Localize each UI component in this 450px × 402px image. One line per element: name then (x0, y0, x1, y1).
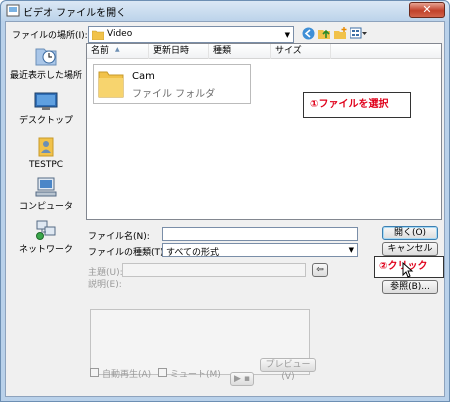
dialog-body: ファイルの場所(I): Video ▼ 最近表示した場所 デスクトップ TEST… (5, 21, 445, 397)
arrow-button[interactable]: ⇦ (312, 263, 328, 277)
app-icon (6, 4, 20, 17)
user-folder-icon (38, 137, 54, 157)
up-folder-icon[interactable] (318, 27, 331, 40)
description-label: 説明(E): (88, 280, 122, 290)
view-menu-icon[interactable] (350, 27, 368, 40)
title-input[interactable] (122, 263, 306, 277)
cancel-button[interactable]: キャンセル (382, 242, 438, 256)
desktop-icon (34, 92, 58, 110)
list-item[interactable]: Cam ファイル フォルダ (93, 64, 251, 104)
place-network[interactable]: ネットワーク (8, 220, 84, 260)
folder-icon (92, 30, 104, 40)
item-name: Cam (132, 71, 155, 82)
place-label: ネットワーク (18, 245, 73, 255)
annotation-step1: ①ファイルを選択 (303, 92, 411, 118)
column-header: ▲ 名前 更新日時 種類 サイズ (87, 44, 441, 59)
column-size[interactable]: サイズ (271, 44, 331, 59)
place-label: デスクトップ (18, 116, 73, 126)
place-testpc[interactable]: TESTPC (8, 134, 84, 174)
close-icon: ✕ (422, 3, 432, 16)
close-button[interactable]: ✕ (409, 2, 445, 18)
arrow-left-icon: ⇦ (316, 265, 324, 275)
filetype-select[interactable]: すべての形式 ▼ (162, 243, 358, 258)
computer-icon (35, 177, 57, 197)
item-type: ファイル フォルダ (132, 89, 216, 100)
location-value: Video (107, 29, 133, 39)
back-icon[interactable] (302, 27, 315, 40)
network-icon (36, 220, 56, 240)
place-label: TESTPC (28, 160, 64, 170)
title-bar: ビデオ ファイルを開く ✕ (1, 1, 449, 21)
play-icon: ▶ ▪ (234, 374, 250, 384)
file-list[interactable]: ▲ 名前 更新日時 種類 サイズ Cam ファイル フォルダ ①ファイルを選択 (86, 43, 442, 220)
filename-input[interactable] (162, 227, 358, 241)
browse-button[interactable]: 参照(B)... (382, 280, 438, 294)
filetype-value: すべての形式 (166, 248, 220, 258)
mute-label: ミュート(M) (170, 370, 221, 380)
recent-places-icon (35, 48, 57, 66)
folder-icon (98, 71, 124, 98)
autoplay-label: 自動再生(A) (102, 370, 152, 380)
filename-label: ファイル名(N): (88, 232, 150, 242)
filetype-label: ファイルの種類(T): (88, 248, 167, 258)
play-button[interactable]: ▶ ▪ (230, 372, 254, 386)
new-folder-icon[interactable] (334, 27, 347, 40)
mute-checkbox[interactable] (158, 368, 167, 377)
location-combo[interactable]: Video ▼ (88, 26, 294, 43)
chevron-down-icon: ▼ (284, 31, 290, 39)
sort-arrow-icon: ▲ (115, 46, 120, 53)
window-title: ビデオ ファイルを開く (23, 8, 127, 19)
place-desktop[interactable]: デスクトップ (8, 91, 84, 131)
column-name[interactable]: ▲ 名前 (87, 44, 149, 59)
preview-button[interactable]: プレビュー(V) (260, 358, 316, 382)
autoplay-checkbox[interactable] (90, 368, 99, 377)
location-label: ファイルの場所(I): (12, 31, 88, 41)
chevron-down-icon: ▼ (348, 246, 354, 254)
places-bar: 最近表示した場所 デスクトップ TESTPC コンピュータ ネットワーク (8, 44, 84, 255)
open-button[interactable]: 開く(O) (382, 226, 438, 240)
column-modified[interactable]: 更新日時 (149, 44, 209, 59)
place-computer[interactable]: コンピュータ (8, 177, 84, 217)
place-label: 最近表示した場所 (9, 71, 82, 81)
place-label: コンピュータ (18, 202, 73, 212)
open-video-dialog: ビデオ ファイルを開く ✕ ファイルの場所(I): Video ▼ 最近表示した… (0, 0, 450, 402)
mouse-cursor-icon (402, 262, 414, 278)
place-recent[interactable]: 最近表示した場所 (8, 44, 84, 84)
column-type[interactable]: 種類 (209, 44, 271, 59)
